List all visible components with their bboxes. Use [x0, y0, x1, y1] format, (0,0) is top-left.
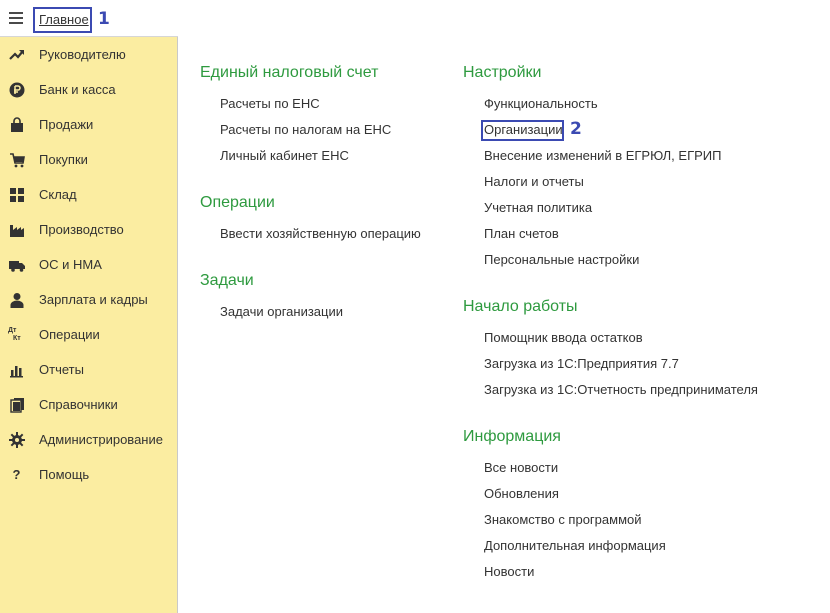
section-title-ens: Единый налоговый счет: [200, 64, 379, 81]
link-org-tasks[interactable]: Задачи организации: [220, 304, 343, 319]
sidebar-item-label: Банк и касса: [39, 82, 116, 97]
sidebar-item-bank[interactable]: Банк и касса: [0, 72, 177, 107]
link-ens-tax-settlements[interactable]: Расчеты по налогам на ЕНС: [220, 122, 391, 137]
ruble-icon: [8, 81, 25, 98]
sidebar-item-label: Продажи: [39, 117, 94, 132]
section-title-start: Начало работы: [463, 298, 578, 315]
sidebar-item-warehouse[interactable]: Склад: [0, 177, 177, 212]
section-title-settings: Настройки: [463, 64, 542, 81]
cart-icon: [8, 151, 25, 168]
link-accounting-policy[interactable]: Учетная политика: [484, 200, 592, 215]
trend-up-icon: [8, 46, 25, 63]
link-personal-settings[interactable]: Персональные настройки: [484, 252, 639, 267]
sidebar-item-label: Помощь: [39, 467, 90, 482]
sidebar-item-label: Администрирование: [39, 432, 163, 447]
sidebar-item-manager[interactable]: Руководителю: [0, 37, 177, 72]
question-icon: ?: [12, 467, 21, 482]
section-title-operations: Операции: [200, 194, 275, 211]
sidebar-item-reports[interactable]: Отчеты: [0, 352, 177, 387]
dt-kt-icon: Дт Кт: [8, 326, 21, 342]
menu-icon[interactable]: [9, 12, 23, 24]
sidebar-item-label: Производство: [39, 222, 124, 237]
home-link[interactable]: Главное: [39, 12, 89, 27]
factory-icon: [8, 221, 25, 238]
sidebar-item-label: Покупки: [39, 152, 88, 167]
warehouse-grid-icon: [8, 186, 25, 203]
sidebar-item-label: Операции: [39, 327, 100, 342]
sidebar-item-label: Отчеты: [39, 362, 84, 377]
sidebar: Главное 1 Руководителю Банк и касса Прод…: [0, 0, 178, 613]
sidebar-item-purchases[interactable]: Покупки: [0, 142, 177, 177]
link-chart-of-accounts[interactable]: План счетов: [484, 226, 559, 241]
sidebar-item-label: Склад: [39, 187, 77, 202]
link-intro[interactable]: Знакомство с программой: [484, 512, 642, 527]
sidebar-item-sales[interactable]: Продажи: [0, 107, 177, 142]
sidebar-item-label: Справочники: [39, 397, 118, 412]
link-import-reporting[interactable]: Загрузка из 1С:Отчетность предпринимател…: [484, 382, 758, 397]
books-icon: [8, 396, 25, 413]
link-functionality[interactable]: Функциональность: [484, 96, 598, 111]
sidebar-item-operations[interactable]: Дт Кт Операции: [0, 317, 177, 352]
annotation-badge-1: 1: [98, 9, 110, 29]
link-egrul-changes[interactable]: Внесение изменений в ЕГРЮЛ, ЕГРИП: [484, 148, 721, 163]
link-ens-settlements[interactable]: Расчеты по ЕНС: [220, 96, 320, 111]
sidebar-item-label: Зарплата и кадры: [39, 292, 148, 307]
sidebar-item-fixed-assets[interactable]: ОС и НМА: [0, 247, 177, 282]
sidebar-item-label: ОС и НМА: [39, 257, 102, 272]
sidebar-item-payroll[interactable]: Зарплата и кадры: [0, 282, 177, 317]
sidebar-header: Главное 1: [0, 0, 178, 37]
gear-icon: [8, 431, 25, 448]
section-title-tasks: Задачи: [200, 272, 254, 289]
sidebar-item-help[interactable]: ? Помощь: [0, 457, 177, 492]
link-updates[interactable]: Обновления: [484, 486, 559, 501]
link-ens-cabinet[interactable]: Личный кабинет ЕНС: [220, 148, 349, 163]
bar-chart-icon: [8, 361, 25, 378]
link-news[interactable]: Новости: [484, 564, 534, 579]
sidebar-item-administration[interactable]: Администрирование: [0, 422, 177, 457]
link-enter-operation[interactable]: Ввести хозяйственную операцию: [220, 226, 421, 241]
link-organizations[interactable]: Организации: [484, 122, 563, 137]
shopping-bag-icon: [8, 116, 25, 133]
section-title-info: Информация: [463, 428, 561, 445]
link-balance-wizard[interactable]: Помощник ввода остатков: [484, 330, 643, 345]
person-icon: [8, 291, 25, 308]
link-additional-info[interactable]: Дополнительная информация: [484, 538, 666, 553]
annotation-badge-2: 2: [570, 119, 582, 139]
truck-icon: [8, 256, 25, 273]
sidebar-item-directories[interactable]: Справочники: [0, 387, 177, 422]
link-import-77[interactable]: Загрузка из 1С:Предприятия 7.7: [484, 356, 679, 371]
sidebar-item-production[interactable]: Производство: [0, 212, 177, 247]
sidebar-item-label: Руководителю: [39, 47, 126, 62]
link-taxes-reports[interactable]: Налоги и отчеты: [484, 174, 584, 189]
link-all-news[interactable]: Все новости: [484, 460, 558, 475]
